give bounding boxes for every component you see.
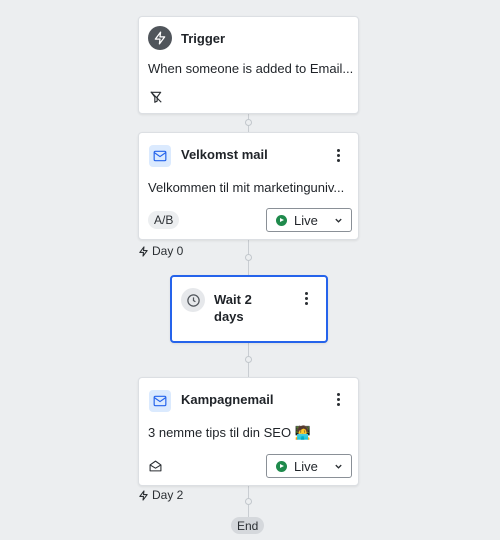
- status-dropdown[interactable]: Live: [266, 454, 352, 478]
- email-card-campaign[interactable]: Kampagnemail 3 nemme tips til din SEO 🧑‍…: [138, 377, 359, 486]
- trigger-card[interactable]: Trigger When someone is added to Email..…: [138, 16, 359, 114]
- email-title: Velkomst mail: [181, 147, 268, 162]
- envelope-open-icon: [149, 459, 162, 477]
- status-label: Live: [294, 458, 318, 474]
- clock-icon: [181, 288, 205, 312]
- connector-dot: [245, 356, 252, 363]
- more-options-icon[interactable]: [298, 289, 314, 307]
- email-title: Kampagnemail: [181, 392, 274, 407]
- lightning-icon: [139, 245, 148, 257]
- play-icon: [276, 460, 287, 472]
- connector-dot: [245, 254, 252, 261]
- status-dropdown[interactable]: Live: [266, 208, 352, 232]
- delay-label-day-2: Day 2: [138, 488, 183, 502]
- mail-icon: [149, 145, 171, 167]
- status-label: Live: [294, 212, 318, 228]
- trigger-title: Trigger: [181, 31, 226, 46]
- mail-icon: [149, 390, 171, 412]
- filter-off-icon: [149, 90, 163, 109]
- play-icon: [276, 214, 287, 226]
- email-description: 3 nemme tips til din SEO 🧑‍💻: [148, 425, 311, 440]
- connector-dot: [245, 119, 252, 126]
- chevron-down-icon: [335, 218, 342, 223]
- day-label-text: Day 0: [152, 244, 184, 258]
- lightning-icon: [148, 26, 172, 50]
- chevron-down-icon: [335, 464, 342, 469]
- flow-canvas: Trigger When someone is added to Email..…: [0, 0, 500, 540]
- more-options-icon[interactable]: [330, 390, 346, 408]
- more-options-icon[interactable]: [330, 146, 346, 164]
- email-card-welcome[interactable]: Velkomst mail Velkommen til mit marketin…: [138, 132, 359, 240]
- connector-dot: [245, 498, 252, 505]
- trigger-description: When someone is added to Email...: [148, 61, 353, 76]
- day-label-text: Day 2: [152, 488, 184, 502]
- wait-title: Wait 2 days: [214, 292, 252, 324]
- delay-label-day-0: Day 0: [138, 244, 183, 258]
- ab-test-badge: A/B: [148, 211, 180, 229]
- email-description: Velkommen til mit marketinguniv...: [148, 180, 345, 195]
- flow-end-marker: End: [231, 517, 265, 534]
- lightning-icon: [139, 489, 148, 501]
- wait-card[interactable]: Wait 2 days: [170, 275, 328, 343]
